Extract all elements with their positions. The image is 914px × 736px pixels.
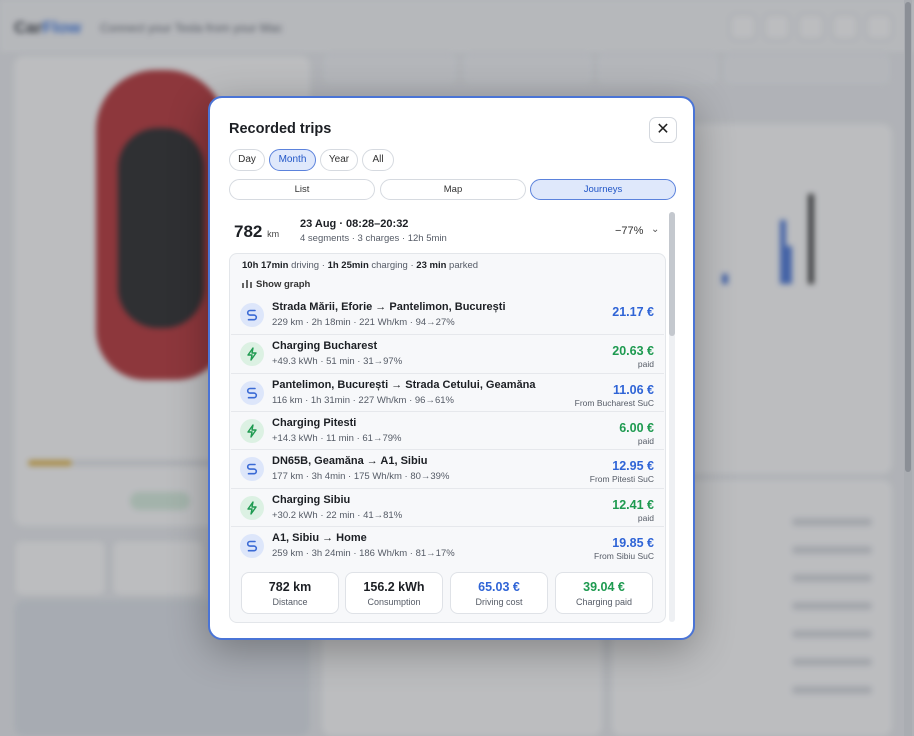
stat-value: 156.2 kWh <box>363 580 425 594</box>
stat-value: 782 km <box>268 580 312 594</box>
segment-details: 177 km · 3h 4min · 175 Wh/km · 80→39% <box>272 471 450 483</box>
segment-note: From Pitesti SuC <box>589 474 654 485</box>
segment-amount: 21.17 € <box>612 305 654 319</box>
segment-note: From Sibiu SuC <box>594 550 654 561</box>
bar-chart-icon <box>242 280 252 288</box>
modal-title: Recorded trips <box>229 121 332 137</box>
segment-details: +30.2 kWh · 22 min · 41→81% <box>272 509 403 521</box>
show-graph-label: Show graph <box>256 279 311 290</box>
segment-drive-row[interactable]: Pantelimon, București → Strada Cetului, … <box>231 372 664 411</box>
journey-distance-unit: km <box>267 229 280 239</box>
segment-amount: 12.41 € <box>612 497 654 512</box>
charging-label: charging <box>371 260 408 271</box>
journey-distance-value: 782 <box>234 222 263 241</box>
segment-note: paid <box>637 512 654 523</box>
segment-note: paid <box>637 359 654 370</box>
route-icon <box>240 533 264 558</box>
segment-drive-row[interactable]: A1, Sibiu → Home 259 km · 3h 24min · 186 … <box>231 525 664 564</box>
segment-details: +49.3 kWh · 51 min · 31→97% <box>272 356 403 368</box>
chevron-down-icon[interactable]: ⌄ <box>651 224 659 235</box>
stat-value: 39.04 € <box>583 580 625 594</box>
journey-distance: 782 km <box>234 222 279 242</box>
journey-date: 23 Aug · 08:28–20:32 <box>300 218 409 230</box>
segment-title: A1, Sibiu → Home <box>272 531 367 544</box>
lightning-icon <box>240 495 264 520</box>
segment-amount: 11.06 € <box>612 382 654 397</box>
route-icon <box>240 303 264 327</box>
journey-detail-panel: 10h 17min driving · 1h 25min charging · … <box>229 253 666 623</box>
route-icon <box>240 457 264 482</box>
journey-meta: 4 segments · 3 charges · 12h 5min <box>300 233 447 244</box>
lightning-icon <box>240 342 264 367</box>
segment-title: DN65B, Geamăna → A1, Sibiu <box>272 455 428 468</box>
journey-battery-delta: −77% <box>615 225 644 237</box>
lightning-icon <box>240 418 264 443</box>
period-year[interactable]: Year <box>320 149 358 171</box>
route-icon <box>240 380 264 405</box>
segment-title: Pantelimon, București → Strada Cetului, … <box>272 378 536 391</box>
segment-details: 116 km · 1h 31min · 227 Wh/km · 96→61% <box>272 394 454 406</box>
show-graph-button[interactable]: Show graph <box>242 279 310 290</box>
view-journeys[interactable]: Journeys <box>530 179 676 200</box>
driving-time: 10h 17min <box>242 260 289 271</box>
segment-charge-row[interactable]: Charging Pitesti +14.3 kWh · 11 min · 61→… <box>231 410 664 449</box>
stat-charging-paid: 39.04 € Charging paid <box>555 572 653 614</box>
stat-driving-cost: 65.03 € Driving cost <box>450 572 548 614</box>
segment-title: Strada Mării, Eforie → Pantelimon, Bucur… <box>272 301 506 313</box>
modal-scrollbar-thumb[interactable] <box>669 212 675 336</box>
stat-label: Consumption <box>367 597 421 607</box>
period-month[interactable]: Month <box>269 149 316 171</box>
parked-time: 23 min <box>416 260 447 271</box>
modal-scrollbar[interactable] <box>669 212 675 622</box>
close-button[interactable]: ✕ <box>649 117 677 143</box>
segment-amount: 12.95 € <box>612 459 654 474</box>
driving-label: driving <box>291 260 320 271</box>
stat-consumption: 156.2 kWh Consumption <box>345 572 443 614</box>
segment-drive-row[interactable]: Strada Mării, Eforie → Pantelimon, Bucur… <box>231 296 664 334</box>
segment-details: 229 km · 2h 18min · 221 Wh/km · 94→27% <box>272 317 455 328</box>
stat-value: 65.03 € <box>478 580 520 594</box>
stat-label: Distance <box>272 597 308 607</box>
segment-drive-row[interactable]: DN65B, Geamăna → A1, Sibiu 177 km · 3h 4m… <box>231 449 664 487</box>
stat-label: Charging paid <box>575 597 633 607</box>
segment-details: +14.3 kWh · 11 min · 61→79% <box>272 432 402 444</box>
parked-label: parked <box>449 260 479 271</box>
stat-distance: 782 km Distance <box>241 572 339 614</box>
journey-header[interactable]: 782 km 23 Aug · 08:28–20:32 4 segments ·… <box>210 210 670 252</box>
segment-title: Charging Sibiu <box>272 493 351 506</box>
segment-title: Charging Bucharest <box>272 340 378 353</box>
segment-charge-row[interactable]: Charging Bucharest +49.3 kWh · 51 min · 3… <box>231 334 664 372</box>
segment-amount: 20.63 € <box>612 344 654 359</box>
segment-amount: 6.00 € <box>619 420 654 435</box>
segment-details: 259 km · 3h 24min · 186 Wh/km · 81→17% <box>272 547 455 559</box>
segment-charge-row[interactable]: Charging Sibiu +30.2 kWh · 22 min · 41→81… <box>231 487 664 526</box>
segment-title: Charging Pitesti <box>272 416 357 429</box>
segment-note: From Bucharest SuC <box>574 397 654 408</box>
period-day[interactable]: Day <box>229 149 265 171</box>
stat-label: Driving cost <box>475 597 523 607</box>
view-map[interactable]: Map <box>380 179 526 200</box>
view-list[interactable]: List <box>229 179 375 200</box>
journey-time-summary: 10h 17min driving · 1h 25min charging · … <box>242 260 479 271</box>
charging-time: 1h 25min <box>327 260 369 271</box>
recorded-trips-modal: Recorded trips ✕ Day Month Year All List… <box>208 96 695 640</box>
segment-note: paid <box>637 435 654 446</box>
segment-amount: 19.85 € <box>612 535 654 550</box>
period-all[interactable]: All <box>362 149 394 171</box>
